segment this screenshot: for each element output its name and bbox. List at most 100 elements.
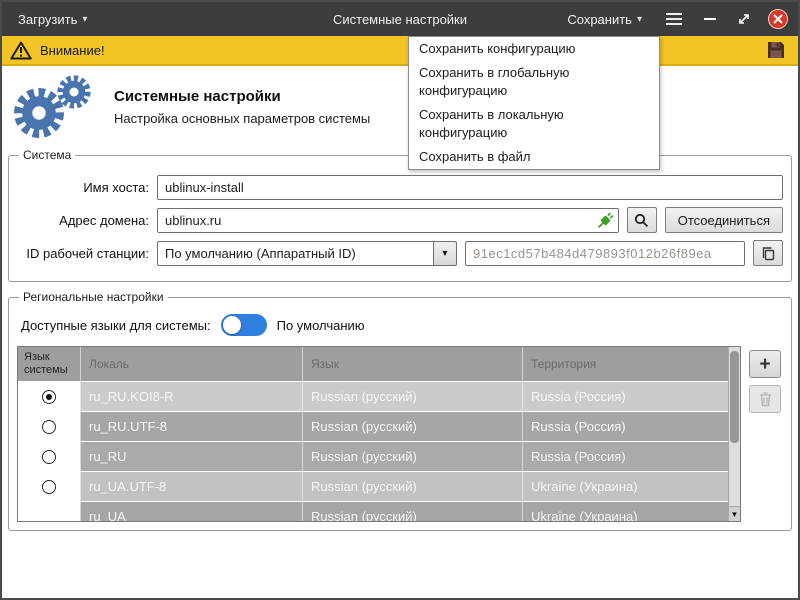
radio-cell [18, 442, 80, 471]
domain-label: Адрес домена: [17, 213, 149, 228]
page-header-text: Системные настройки Настройка основных п… [114, 88, 370, 126]
locale-radio[interactable] [42, 480, 56, 494]
radio-cell [18, 502, 80, 522]
cell-territory: Russia (Россия) [522, 442, 740, 471]
cell-language: Russian (русский) [302, 412, 522, 441]
page-header: Системные настройки Настройка основных п… [2, 66, 798, 146]
load-menu-label: Загрузить [18, 12, 77, 27]
table-row[interactable]: ru_RU.KOI8-R Russian (русский) Russia (Р… [18, 381, 740, 411]
menu-item-save-config[interactable]: Сохранить конфигурацию [409, 37, 659, 61]
scroll-down-button[interactable]: ▼ [729, 506, 740, 521]
menu-item-save-to-file[interactable]: Сохранить в файл [409, 145, 659, 169]
cell-locale: ru_UA [80, 502, 302, 522]
delete-locale-button[interactable] [749, 385, 781, 413]
trash-icon [758, 391, 773, 407]
station-id-selected-value: По умолчанию (Аппаратный ID) [157, 241, 433, 266]
header-locale: Локаль [80, 347, 302, 381]
hostname-input[interactable] [157, 175, 783, 200]
domain-row: Адрес домена: Отсоединиться [17, 207, 783, 233]
warning-bar: Внимание! [2, 36, 798, 66]
station-id-value-field [465, 241, 745, 266]
page-title: Системные настройки [114, 88, 370, 105]
languages-toggle-row: Доступные языки для системы: По умолчани… [21, 314, 783, 336]
locales-table-zone: Язык системы Локаль Язык Территория ru_R… [17, 346, 783, 522]
radio-cell [18, 472, 80, 501]
close-icon [773, 14, 783, 24]
cell-language: Russian (русский) [302, 502, 522, 522]
station-id-select[interactable]: По умолчанию (Аппаратный ID) ▼ [157, 241, 457, 266]
load-menu-button[interactable]: Загрузить ▾ [12, 8, 93, 31]
chevron-down-icon: ▾ [637, 14, 642, 25]
minimize-icon [704, 18, 716, 20]
cell-locale: ru_RU.UTF-8 [80, 412, 302, 441]
table-header: Язык системы Локаль Язык Территория [18, 347, 740, 381]
minimize-button[interactable] [700, 9, 720, 29]
save-menu-label: Сохранить [567, 12, 632, 27]
menu-item-save-global-config[interactable]: Сохранить в глобальную конфигурацию [409, 61, 659, 103]
domain-input[interactable] [157, 208, 619, 233]
toggle-value-label: По умолчанию [277, 318, 365, 333]
locale-radio[interactable] [42, 390, 56, 404]
copy-icon [761, 246, 776, 261]
regional-group-legend: Региональные настройки [19, 290, 168, 304]
menu-item-save-local-config[interactable]: Сохранить в локальную конфигурацию [409, 103, 659, 145]
page-subtitle: Настройка основных параметров системы [114, 111, 370, 126]
chevron-down-icon: ▼ [731, 510, 739, 519]
cell-territory: Ukraine (Украина) [522, 472, 740, 501]
gears-icon [12, 74, 98, 140]
locales-table: Язык системы Локаль Язык Территория ru_R… [17, 346, 741, 522]
toggle-knob [223, 316, 241, 334]
save-menu-button[interactable]: Сохранить ▾ [561, 8, 648, 31]
save-dropdown-menu: Сохранить конфигурацию Сохранить в глоба… [408, 36, 660, 170]
scrollbar-thumb[interactable] [730, 351, 739, 443]
locale-radio[interactable] [42, 420, 56, 434]
cell-locale: ru_RU [80, 442, 302, 471]
radio-cell [18, 412, 80, 441]
table-row[interactable]: ru_RU Russian (русский) Russia (Россия) [18, 441, 740, 471]
cell-language: Russian (русский) [302, 382, 522, 411]
languages-toggle[interactable] [221, 314, 267, 336]
save-settings-button[interactable] [762, 40, 790, 60]
connected-plug-icon [597, 212, 614, 229]
hamburger-icon [666, 13, 682, 15]
chevron-down-icon: ▼ [441, 248, 450, 258]
regional-group: Региональные настройки Доступные языки д… [8, 290, 792, 531]
warning-icon [10, 41, 32, 60]
table-side-buttons: + [749, 346, 783, 413]
combo-dropdown-button[interactable]: ▼ [433, 241, 457, 266]
cell-territory: Russia (Россия) [522, 412, 740, 441]
expand-icon [737, 12, 751, 26]
warning-label: Внимание! [40, 43, 105, 58]
hamburger-menu-button[interactable] [662, 9, 686, 29]
disconnect-button[interactable]: Отсоединиться [665, 207, 783, 233]
station-id-label: ID рабочей станции: [17, 246, 149, 261]
add-locale-button[interactable]: + [749, 350, 781, 378]
cell-territory: Ukraine (Украина) [522, 502, 740, 522]
system-group: Система Имя хоста: Адрес домена: [8, 148, 792, 282]
copy-id-button[interactable] [753, 240, 783, 266]
table-scrollbar[interactable]: ▼ [728, 347, 740, 521]
cell-language: Russian (русский) [302, 442, 522, 471]
maximize-button[interactable] [734, 9, 754, 29]
domain-field-wrap [157, 208, 619, 233]
header-language: Язык [302, 347, 522, 381]
header-territory: Территория [522, 347, 740, 381]
chevron-down-icon: ▾ [82, 14, 87, 25]
floppy-disk-icon [766, 40, 786, 60]
cell-territory: Russia (Россия) [522, 382, 740, 411]
station-id-row: ID рабочей станции: По умолчанию (Аппара… [17, 240, 783, 266]
cell-locale: ru_UA.UTF-8 [80, 472, 302, 501]
system-group-legend: Система [19, 148, 75, 162]
languages-label: Доступные языки для системы: [21, 318, 211, 333]
cell-locale: ru_RU.KOI8-R [80, 382, 302, 411]
close-button[interactable] [768, 9, 788, 29]
table-row[interactable]: ru_UA Russian (русский) Ukraine (Украина… [18, 501, 740, 522]
locale-radio[interactable] [42, 450, 56, 464]
search-button[interactable] [627, 207, 657, 233]
table-row[interactable]: ru_RU.UTF-8 Russian (русский) Russia (Ро… [18, 411, 740, 441]
hostname-row: Имя хоста: [17, 175, 783, 200]
table-row[interactable]: ru_UA.UTF-8 Russian (русский) Ukraine (У… [18, 471, 740, 501]
cell-language: Russian (русский) [302, 472, 522, 501]
titlebar-controls: Сохранить ▾ [561, 8, 788, 31]
search-icon [634, 213, 649, 228]
